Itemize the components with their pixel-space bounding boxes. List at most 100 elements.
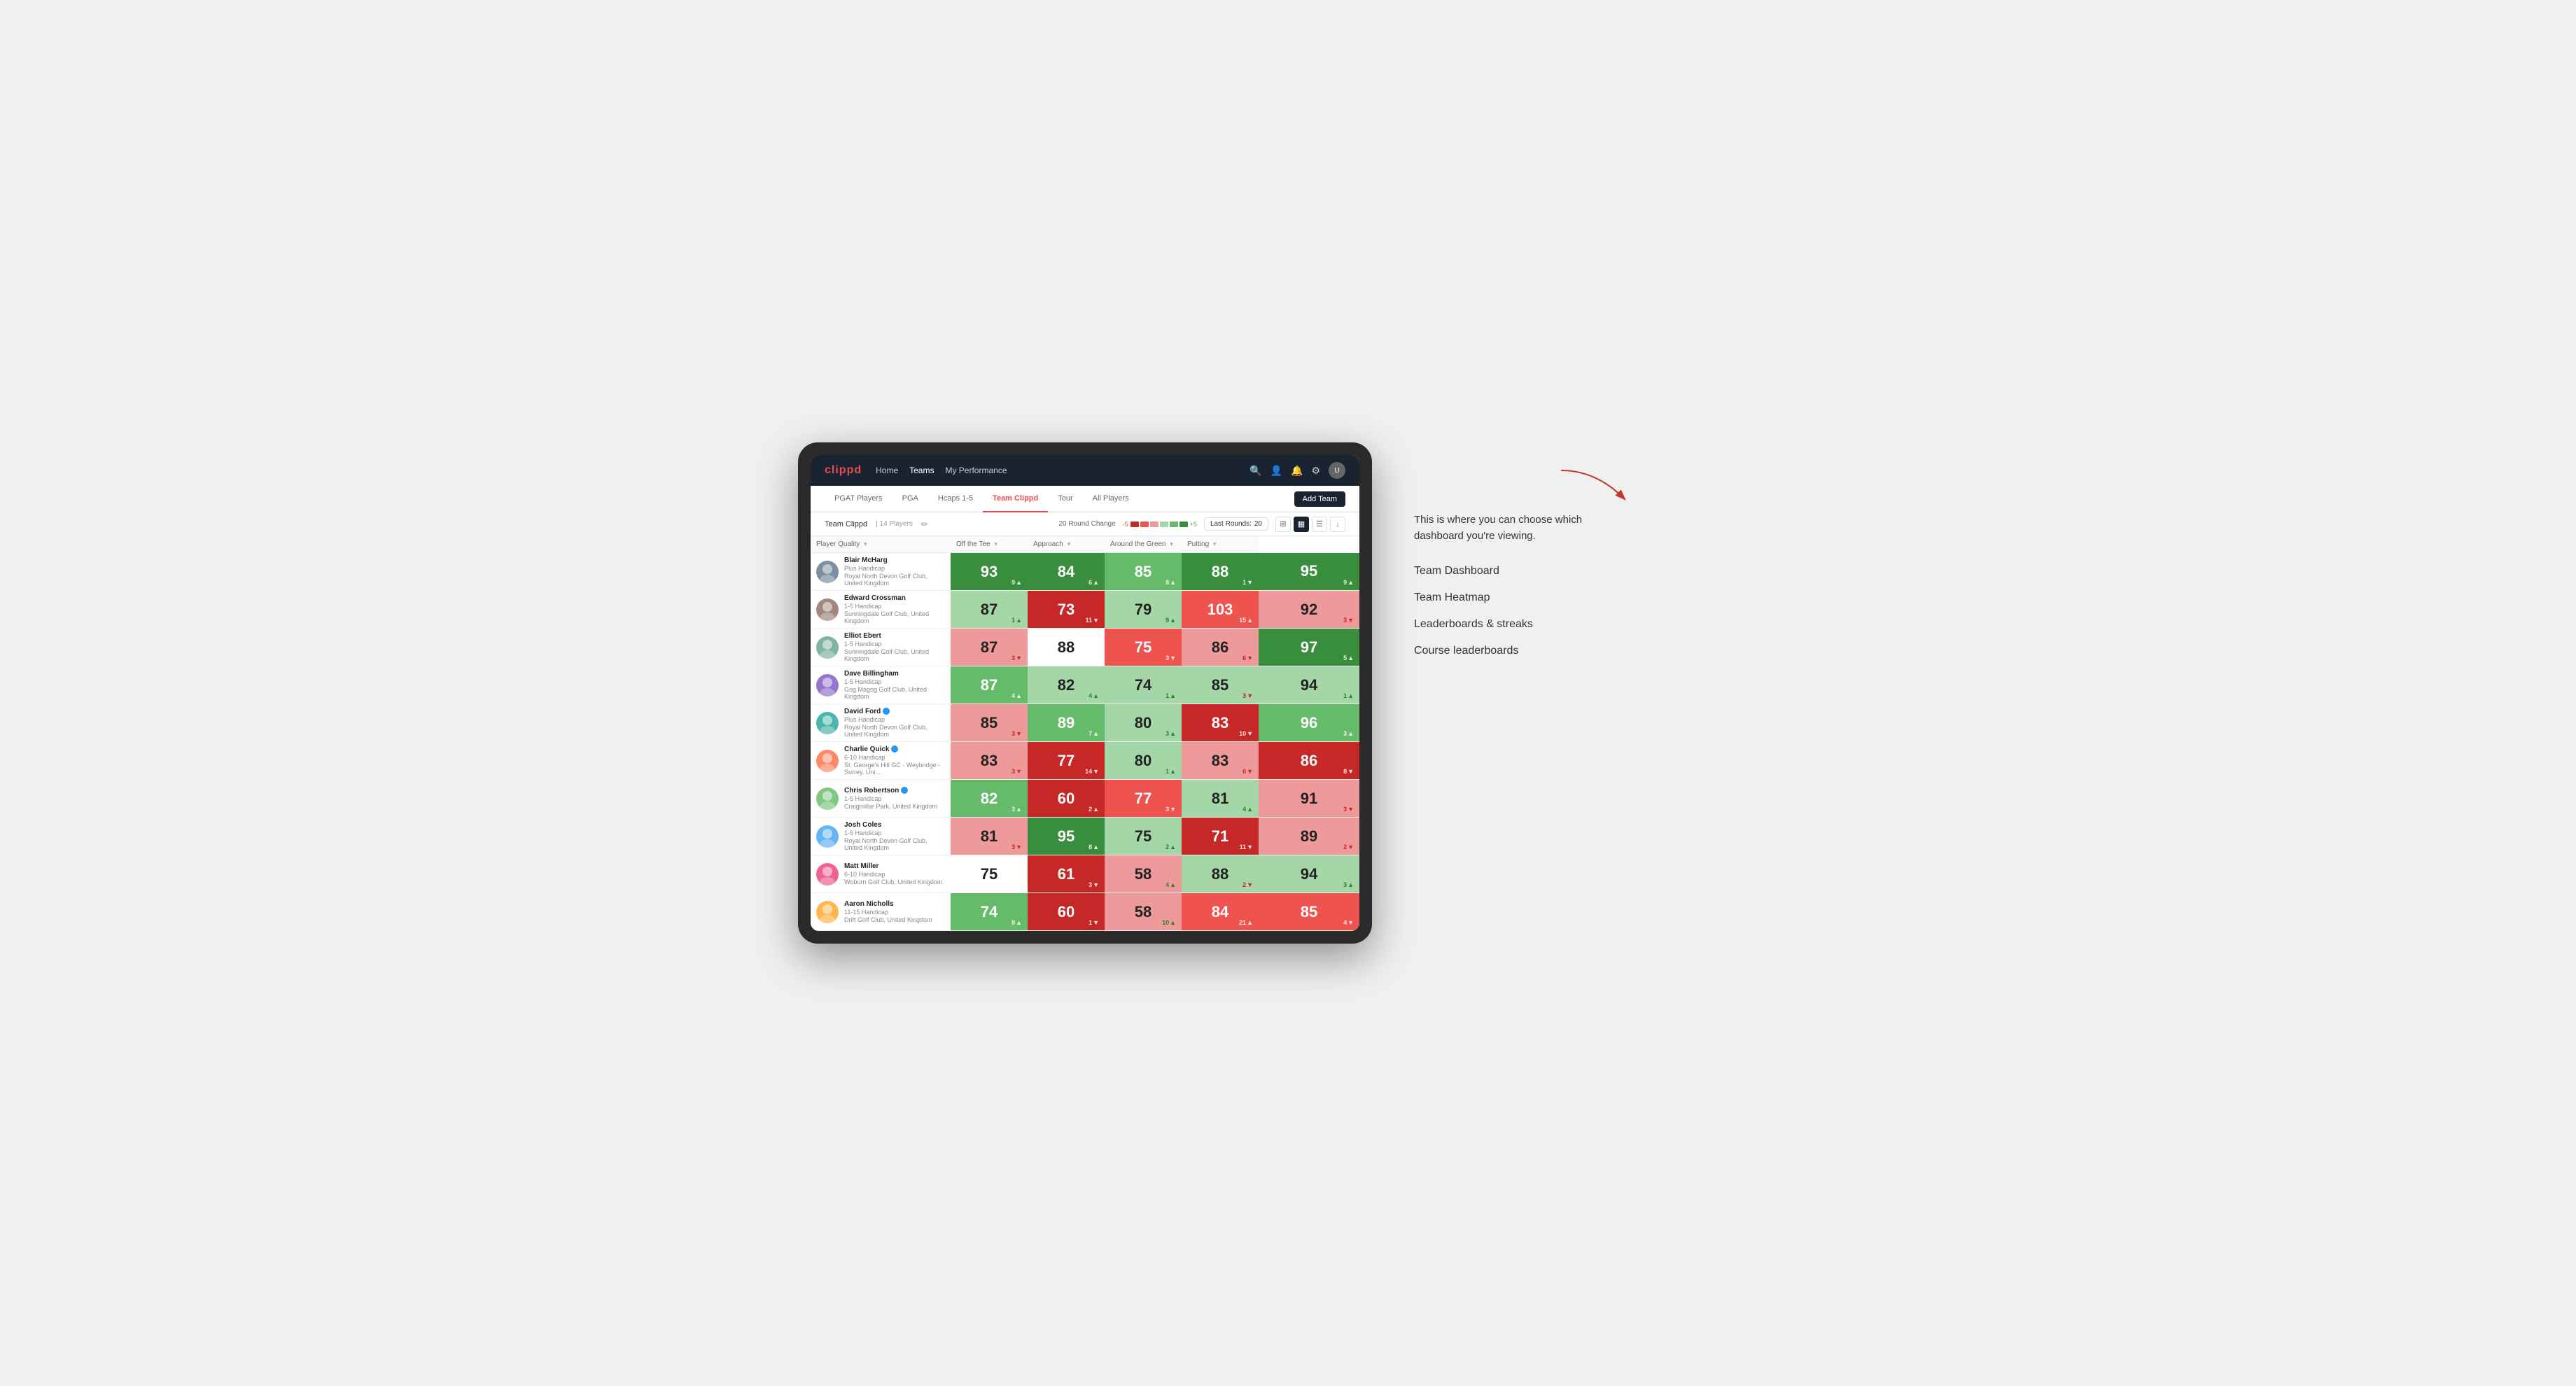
score-cell-app: 803▲ [1105,704,1182,742]
player-cell: Chris Robertson 1-5 Handicap Craigmillar… [811,780,951,818]
edit-icon[interactable]: ✏ [921,519,928,529]
score-value: 80 [1135,752,1152,769]
score-value: 89 [1301,827,1317,845]
arrow-svg [1554,463,1638,505]
score-cell-atg: 7111▼ [1182,818,1259,855]
score-value: 92 [1301,601,1317,618]
score-value: 81 [1212,790,1228,807]
sort-icon-ott[interactable]: ▾ [994,540,997,547]
score-change: 1▼ [1242,579,1253,586]
score-cell-pq: 813▼ [951,818,1028,855]
score-value: 77 [1135,790,1152,807]
annotation-item-3: Leaderboards & streaks [1414,618,1638,631]
player-name: Charlie Quick [844,746,945,753]
bell-icon[interactable]: 🔔 [1291,465,1303,477]
last-rounds-btn[interactable]: Last Rounds: 20 [1204,517,1268,531]
score-value: 85 [981,714,997,732]
tab-pgat-players[interactable]: PGAT Players [825,486,892,512]
score-value: 87 [981,676,997,694]
score-value: 58 [1135,865,1152,883]
sort-icon[interactable]: ▾ [864,540,867,547]
settings-icon[interactable]: ⚙ [1311,465,1320,477]
score-value: 80 [1135,714,1152,732]
tab-hcaps[interactable]: Hcaps 1-5 [928,486,983,512]
score-value: 71 [1212,827,1228,845]
table-row[interactable]: Elliot Ebert 1-5 Handicap Sunningdale Go… [811,629,1359,666]
score-change: 4▲ [1088,692,1099,699]
change-pos: +5 [1190,521,1197,528]
player-avatar [816,598,839,621]
score-change: 2▲ [1088,806,1099,813]
table-row[interactable]: Edward Crossman 1-5 Handicap Sunningdale… [811,591,1359,629]
score-cell-app: 858▲ [1105,553,1182,591]
avatar[interactable]: U [1329,462,1345,479]
table-row[interactable]: Dave Billingham 1-5 Handicap Gog Magog G… [811,666,1359,704]
sort-icon-put[interactable]: ▾ [1213,540,1217,547]
tab-tour[interactable]: Tour [1048,486,1082,512]
score-cell-ott: 824▲ [1028,666,1105,704]
score-value: 82 [981,790,997,807]
score-change: 9▲ [1166,617,1176,624]
score-cell-ott: 613▼ [1028,855,1105,893]
player-handicap: 11-15 Handicap [844,909,932,916]
score-cell-app: 741▲ [1105,666,1182,704]
table-row[interactable]: Blair McHarg Plus Handicap Royal North D… [811,553,1359,591]
score-value: 95 [1301,562,1317,580]
sort-icon-atg[interactable]: ▾ [1170,540,1173,547]
search-icon[interactable]: 🔍 [1250,465,1261,477]
nav-teams[interactable]: Teams [909,463,934,478]
download-button[interactable]: ↓ [1330,517,1345,532]
table-row[interactable]: Chris Robertson 1-5 Handicap Craigmillar… [811,780,1359,818]
score-value: 95 [1058,827,1074,845]
table-row[interactable]: Aaron Nicholls 11-15 Handicap Drift Golf… [811,893,1359,931]
sort-icon-app[interactable]: ▾ [1068,540,1071,547]
table-row[interactable]: Matt Miller 6-10 Handicap Woburn Golf Cl… [811,855,1359,893]
second-nav-links: PGAT Players PGA Hcaps 1-5 Team Clippd T… [825,486,1294,512]
player-cell: Matt Miller 6-10 Handicap Woburn Golf Cl… [811,855,951,893]
player-info: Elliot Ebert 1-5 Handicap Sunningdale Go… [844,632,945,662]
person-icon[interactable]: 👤 [1270,465,1282,477]
score-value: 75 [981,865,997,883]
score-value: 84 [1058,563,1074,580]
player-avatar [816,825,839,848]
score-change: 2▼ [1343,844,1354,850]
score-change: 3▼ [1011,768,1022,775]
nav-home[interactable]: Home [876,463,898,478]
annotation-item-4: Course leaderboards [1414,645,1638,657]
tab-pga[interactable]: PGA [892,486,928,512]
score-change: 8▼ [1343,768,1354,775]
score-value: 86 [1212,638,1228,656]
table-row[interactable]: David Ford Plus Handicap Royal North Dev… [811,704,1359,742]
score-cell-pq: 748▲ [951,893,1028,931]
score-change: 1▼ [1088,919,1099,926]
annotation-item-1: Team Dashboard [1414,565,1638,578]
score-cell-ott: 958▲ [1028,818,1105,855]
list-view-button[interactable]: ☰ [1312,517,1327,532]
tab-team-clippd[interactable]: Team Clippd [983,486,1048,512]
table-row[interactable]: Charlie Quick 6-10 Handicap St. George's… [811,742,1359,780]
annotation-item-2: Team Heatmap [1414,592,1638,604]
score-value: 83 [1212,752,1228,769]
score-cell-put: 975▲ [1259,629,1359,666]
score-value: 84 [1212,903,1228,920]
player-club: Craigmillar Park, United Kingdom [844,803,937,810]
score-value: 85 [1135,563,1152,580]
tab-all-players[interactable]: All Players [1083,486,1139,512]
player-club: Gog Magog Golf Club, United Kingdom [844,686,945,700]
heatmap-view-button[interactable]: ▦ [1294,517,1309,532]
score-cell-put: 943▲ [1259,855,1359,893]
player-info: Matt Miller 6-10 Handicap Woburn Golf Cl… [844,862,942,886]
score-value: 61 [1058,865,1074,883]
score-change: 3▼ [1166,806,1176,813]
score-change: 15▲ [1239,617,1253,624]
table-row[interactable]: Josh Coles 1-5 Handicap Royal North Devo… [811,818,1359,855]
score-cell-put: 913▼ [1259,780,1359,818]
score-cell-pq: 939▲ [951,553,1028,591]
nav-myperformance[interactable]: My Performance [945,463,1007,478]
player-info: Edward Crossman 1-5 Handicap Sunningdale… [844,594,945,624]
add-team-button[interactable]: Add Team [1294,491,1345,507]
grid-view-button[interactable]: ⊞ [1275,517,1291,532]
score-change: 3▼ [1011,730,1022,737]
score-change: 9▲ [1343,579,1354,586]
player-name: Chris Robertson [844,787,937,794]
